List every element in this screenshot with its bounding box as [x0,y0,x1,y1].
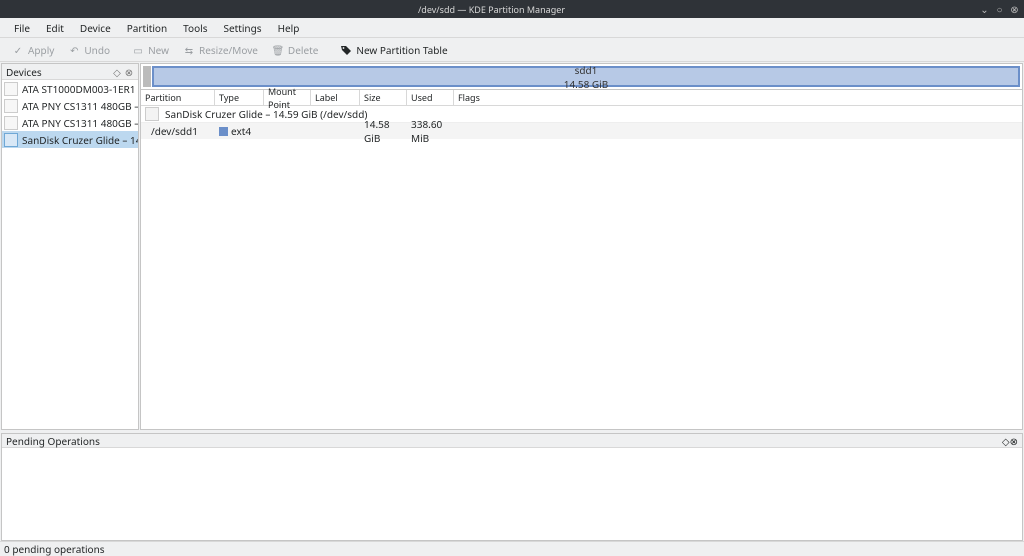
pending-operations-panel: Pending Operations ◇ ⊗ [1,433,1023,541]
col-flags[interactable]: Flags [454,90,1022,105]
toolbar: ✓ Apply ↶ Undo ▭ New ⇆ Resize/Move 🗑 Delete N… [0,38,1024,62]
pending-operations-title: Pending Operations [6,434,100,448]
window-title: /dev/sdd — KDE Partition Manager [4,3,979,16]
delete-label: Delete [288,43,318,57]
menu-settings[interactable]: Settings [216,19,270,37]
cell-type: ext4 [231,124,251,138]
unallocated-block[interactable] [143,66,151,87]
devices-list: ATA ST1000DM003-1ER1 – 931.51 GiB (... A… [2,80,138,429]
device-item-selected[interactable]: SanDisk Cruzer Glide – 14.59 GiB (/dev..… [2,131,138,148]
device-label: ATA ST1000DM003-1ER1 – 931.51 GiB (... [22,82,138,96]
device-item[interactable]: ATA PNY CS1311 480GB – 447.13 GiB (/... [2,97,138,114]
menu-tools[interactable]: Tools [175,19,215,37]
trash-icon: 🗑 [272,44,284,56]
devices-title: Devices [6,65,42,79]
cell-partition: /dev/sdd1 [151,124,198,138]
device-item[interactable]: ATA PNY CS1311 480GB – 447.13 GiB (/... [2,114,138,131]
apply-label: Apply [28,43,54,57]
new-partition-table-label: New Partition Table [356,43,447,57]
devices-panel-header: Devices ◇ ⊗ [2,64,138,80]
content-area: sdd1 14.58 GiB Partition Type Mount Poin… [140,63,1023,430]
resize-button[interactable]: ⇆ Resize/Move [177,41,264,59]
menu-device[interactable]: Device [72,19,119,37]
partition-row[interactable]: /dev/sdd1 ext4 14.58 GiB 338.60 MiB [141,123,1022,139]
col-label[interactable]: Label [311,90,360,105]
partition-group-label: SanDisk Cruzer Glide – 14.59 GiB (/dev/s… [165,107,367,121]
partition-block-size: 14.58 GiB [564,77,609,91]
detach-icon[interactable]: ◇ [1002,434,1010,448]
drive-icon [4,116,18,130]
col-type[interactable]: Type [215,90,264,105]
delete-button[interactable]: 🗑 Delete [266,41,324,59]
detach-icon[interactable]: ◇ [112,67,122,77]
new-label: New [148,43,169,57]
new-button[interactable]: ▭ New [126,41,175,59]
col-size[interactable]: Size [360,90,407,105]
undo-icon: ↶ [68,44,80,56]
status-text: 0 pending operations [4,542,105,556]
maximize-icon[interactable]: ○ [994,4,1005,15]
partition-block-name: sdd1 [575,63,598,77]
window-titlebar: /dev/sdd — KDE Partition Manager ⌄ ○ ⊗ [0,0,1024,18]
drive-icon [4,99,18,113]
drive-icon [4,82,18,96]
col-mount[interactable]: Mount Point [264,90,311,105]
new-icon: ▭ [132,44,144,56]
cell-used: 338.60 MiB [411,117,450,145]
menu-edit[interactable]: Edit [38,19,72,37]
partition-table: Partition Type Mount Point Label Size Us… [140,90,1023,430]
close-icon[interactable]: ⊗ [1009,4,1020,15]
device-label: ATA PNY CS1311 480GB – 447.13 GiB (/... [22,99,138,113]
new-partition-table-button[interactable]: New Partition Table [334,41,453,59]
menu-file[interactable]: File [6,19,38,37]
statusbar: 0 pending operations [0,541,1024,555]
device-item[interactable]: ATA ST1000DM003-1ER1 – 931.51 GiB (... [2,80,138,97]
pending-operations-list [2,448,1022,540]
undo-label: Undo [84,43,110,57]
main-area: Devices ◇ ⊗ ATA ST1000DM003-1ER1 – 931.5… [0,62,1024,431]
col-partition[interactable]: Partition [141,90,215,105]
device-label: ATA PNY CS1311 480GB – 447.13 GiB (/... [22,116,138,130]
undo-button[interactable]: ↶ Undo [62,41,116,59]
partition-group-row[interactable]: SanDisk Cruzer Glide – 14.59 GiB (/dev/s… [141,106,1022,123]
partition-table-header: Partition Type Mount Point Label Size Us… [141,90,1022,106]
tag-icon [340,44,352,56]
minimize-icon[interactable]: ⌄ [979,4,990,15]
cell-size: 14.58 GiB [364,117,403,145]
close-panel-icon[interactable]: ⊗ [124,67,134,77]
drive-icon [145,107,159,121]
pending-operations-header: Pending Operations ◇ ⊗ [2,434,1022,448]
menu-help[interactable]: Help [270,19,308,37]
apply-button[interactable]: ✓ Apply [6,41,60,59]
menubar: File Edit Device Partition Tools Setting… [0,18,1024,38]
col-used[interactable]: Used [407,90,454,105]
device-label: SanDisk Cruzer Glide – 14.59 GiB (/dev..… [22,133,138,147]
resize-label: Resize/Move [199,43,258,57]
fs-type-icon [219,127,228,136]
check-icon: ✓ [12,44,24,56]
devices-panel: Devices ◇ ⊗ ATA ST1000DM003-1ER1 – 931.5… [1,63,139,430]
resize-icon: ⇆ [183,44,195,56]
menu-partition[interactable]: Partition [119,19,175,37]
drive-icon [4,133,18,147]
close-panel-icon[interactable]: ⊗ [1010,434,1018,448]
